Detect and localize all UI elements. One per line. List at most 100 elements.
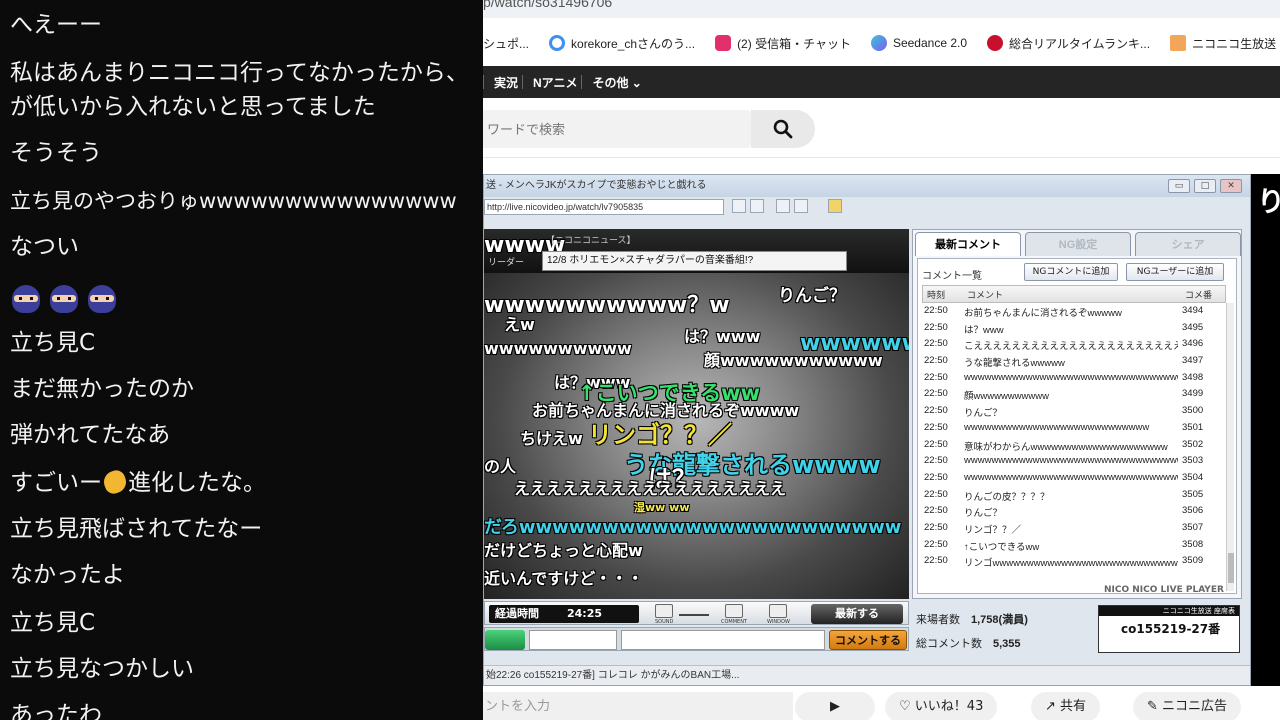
browser-window: p/watch/so31496706 シュポ... korekore_chさんの…	[483, 0, 1280, 720]
comment-row[interactable]: 22:50 うな龍撃されるwwwww 3497	[922, 353, 1226, 370]
scrollbar-thumb[interactable]	[1228, 553, 1234, 583]
comment-input[interactable]: ントを入力	[483, 692, 793, 720]
overlay-comment: の人	[484, 457, 517, 476]
bookmark-item[interactable]: シュポ...	[483, 35, 529, 52]
comment-text: りんごの皮？？？？	[964, 491, 1050, 503]
chat-message: まだ無かったのか	[10, 376, 194, 402]
search-input[interactable]	[483, 110, 751, 148]
comment-time: 22:50	[924, 488, 948, 500]
comment-text: お前ちゃんまんに消されるぞwwwww	[964, 308, 1122, 319]
lock-icon	[828, 199, 842, 213]
comment-time: 22:50	[924, 305, 948, 316]
sound-icon[interactable]	[655, 604, 673, 618]
comment-row[interactable]: 22:50 リンゴwwwwwwwwwwwwwwwwwwwwwwwwwwww 3509	[922, 553, 1226, 570]
chat-text: 進化したな。	[128, 470, 266, 496]
bookmarks-bar: シュポ... korekore_chさんのう... (2) 受信箱・チャット S…	[483, 26, 1280, 60]
bookmark-item[interactable]: korekore_chさんのう...	[549, 35, 695, 52]
comment-text: うな龍撃されるwwwww	[964, 358, 1065, 370]
comment-panel: 最新コメント NG設定 シェア コメント一覧 NGコメントに追加 NGユーザーに…	[912, 229, 1242, 599]
comment-row[interactable]: 22:50 りんご？ 3506	[922, 503, 1226, 520]
ng-user-button[interactable]: NGユーザーに追加	[1126, 263, 1224, 281]
comment-number: 3494	[1182, 305, 1204, 316]
player-edge: り	[1251, 174, 1280, 686]
comment-number: 3497	[1182, 355, 1204, 367]
comment-row[interactable]: 22:50 意味がわからんwwwwwwwwwwwwwwwwwwww 3502	[922, 437, 1226, 454]
ad-button[interactable]: ✎ ニコニ広告	[1133, 692, 1242, 720]
search-icon	[773, 119, 793, 139]
bookmark-item[interactable]: (2) 受信箱・チャット	[715, 35, 851, 52]
chat-message: すごいー 進化したな。	[10, 466, 266, 500]
comment-row[interactable]: 22:50 りんご？ 3500	[922, 403, 1226, 420]
comment-text: りんご？	[964, 408, 1003, 420]
refresh-latest-button[interactable]: 最新する	[811, 604, 903, 624]
bookmark-item[interactable]: Seedance 2.0	[870, 35, 967, 51]
ninja-emoji-icon	[10, 283, 42, 315]
comment-time: 22:50	[924, 455, 948, 467]
comment-row[interactable]: 22:50 りんごの皮？？？？ 3505	[922, 487, 1226, 504]
screen: へえーー 私はあんまりニコニコ行ってなかったから、 が低いから入れないと思ってま…	[0, 0, 1280, 720]
instagram-icon	[715, 35, 732, 51]
comment-row[interactable]: 22:50 リンゴ？？／ 3507	[922, 520, 1226, 537]
post-comment-button[interactable]: コメントする	[829, 630, 907, 650]
comment-row[interactable]: 22:50 wwwwwwwwwwwwwwwwwwwwwwwwwwwwwwwwww 3…	[922, 370, 1226, 387]
like-button[interactable]: ♡ いいね！43	[885, 692, 998, 720]
share-button[interactable]: ↗ 共有	[1031, 692, 1101, 720]
comment-row[interactable]: 22:50 お前ちゃんまんに消されるぞwwwww 3494	[922, 303, 1226, 320]
comment-text: wwwwwwwwwwwwwwwwwwwwwwwwwwwwwwwwww	[964, 371, 1178, 383]
bookmark-item[interactable]: ニコニコ生放送 [!	[1170, 35, 1280, 52]
old-window-title: 送 - メンヘラJKがスカイプで変態おやじと戯れる	[484, 175, 1250, 197]
comment-number: 3498	[1182, 371, 1204, 383]
elapsed-label: 経過時間	[495, 607, 539, 620]
nav-item-nanime[interactable]: Nアニメ	[533, 74, 577, 91]
ng-comment-button[interactable]: NGコメントに追加	[1024, 263, 1118, 281]
comment-number: 3501	[1182, 421, 1204, 433]
nav-item-jikkyo[interactable]: 実況	[494, 74, 518, 91]
tab-share[interactable]: シェア	[1135, 232, 1241, 256]
chat-message: 弾かれてたなあ	[10, 422, 171, 448]
comment-time: 22:50	[924, 371, 948, 383]
comment-row[interactable]: 22:50 wwwwwwwwwwwwwwwwwwwwwwwwwwwwwwwww 35…	[922, 470, 1226, 487]
header-time: 時刻	[927, 291, 946, 301]
search-button[interactable]	[751, 110, 815, 148]
comment-row[interactable]: 22:50 wwwwwwwwwwwwwwwwwwwwwwwwwww 3501	[922, 420, 1226, 437]
comment-time: 22:50	[924, 505, 948, 517]
bookmark-item[interactable]: 総合リアルタイムランキ...	[987, 35, 1150, 52]
reader-label: リーダー	[488, 258, 525, 268]
tab-ng-settings[interactable]: NG設定	[1025, 232, 1131, 256]
visitors-value: 1,758(満員)	[971, 614, 1028, 626]
toolbar-icon	[794, 199, 808, 213]
share-icon: ↗	[1045, 699, 1061, 714]
visitors-label: 来場者数	[916, 614, 960, 626]
comment-row[interactable]: 22:50 ↑こいつできるww 3508	[922, 537, 1226, 554]
comment-time: 22:50	[924, 421, 948, 433]
window-icon[interactable]	[769, 604, 787, 618]
address-bar[interactable]: p/watch/so31496706	[483, 0, 1280, 18]
overlay-comment: えええええええええええええええええ	[514, 479, 787, 498]
bookmark-label: (2) 受信箱・チャット	[737, 36, 851, 51]
comment-row[interactable]: 22:50 は？www 3495	[922, 320, 1226, 337]
comment-scrollbar[interactable]	[1226, 303, 1234, 591]
nav-item-other[interactable]: その他 ⌄	[592, 74, 641, 91]
comment-row[interactable]: 22:50 こえええええええええええええええええええええええ 3496	[922, 336, 1226, 353]
old-address-bar: http://live.nicovideo.jp/watch/lv7905835	[484, 199, 724, 215]
send-button[interactable]: ▶	[795, 692, 875, 720]
niconico-icon	[1170, 35, 1187, 51]
overlay-comment: だけどちょっと心配w	[484, 541, 643, 560]
seat-header: ニコニコ生放送 座席表	[1099, 606, 1239, 616]
command-button[interactable]	[485, 630, 525, 650]
news-ticker: 12/8 ホリエモン×スチャダラパーの音楽番組!?	[542, 251, 847, 271]
volume-slider[interactable]	[679, 606, 709, 616]
comment-row[interactable]: 22:50 顔wwwwwwwwwww 3499	[922, 386, 1226, 403]
site-nav: 実況 Nアニメ その他 ⌄	[483, 66, 1280, 98]
video-frame[interactable]: 送 - メンヘラJKがスカイプで変態おやじと戯れる ▭ □ ✕ http://l…	[483, 174, 1251, 686]
comment-time: 22:50	[924, 538, 948, 550]
tab-latest-comments[interactable]: 最新コメント	[915, 232, 1021, 256]
refresh-icon	[732, 199, 746, 213]
comment-text: wwwwwwwwwwwwwwwwwwwwwwwwwwwwwwwwwwwwww	[964, 455, 1178, 467]
comment-field[interactable]	[621, 630, 825, 650]
comment-row[interactable]: 22:50 wwwwwwwwwwwwwwwwwwwwwwwwwwwwwwwwwww…	[922, 453, 1226, 470]
comment-toggle-icon[interactable]	[725, 604, 743, 618]
command-field[interactable]	[529, 630, 617, 650]
news-label: 【ニコニコニュース】	[546, 236, 636, 246]
chat-message: 立ち見飛ばされてたなー	[10, 516, 263, 542]
